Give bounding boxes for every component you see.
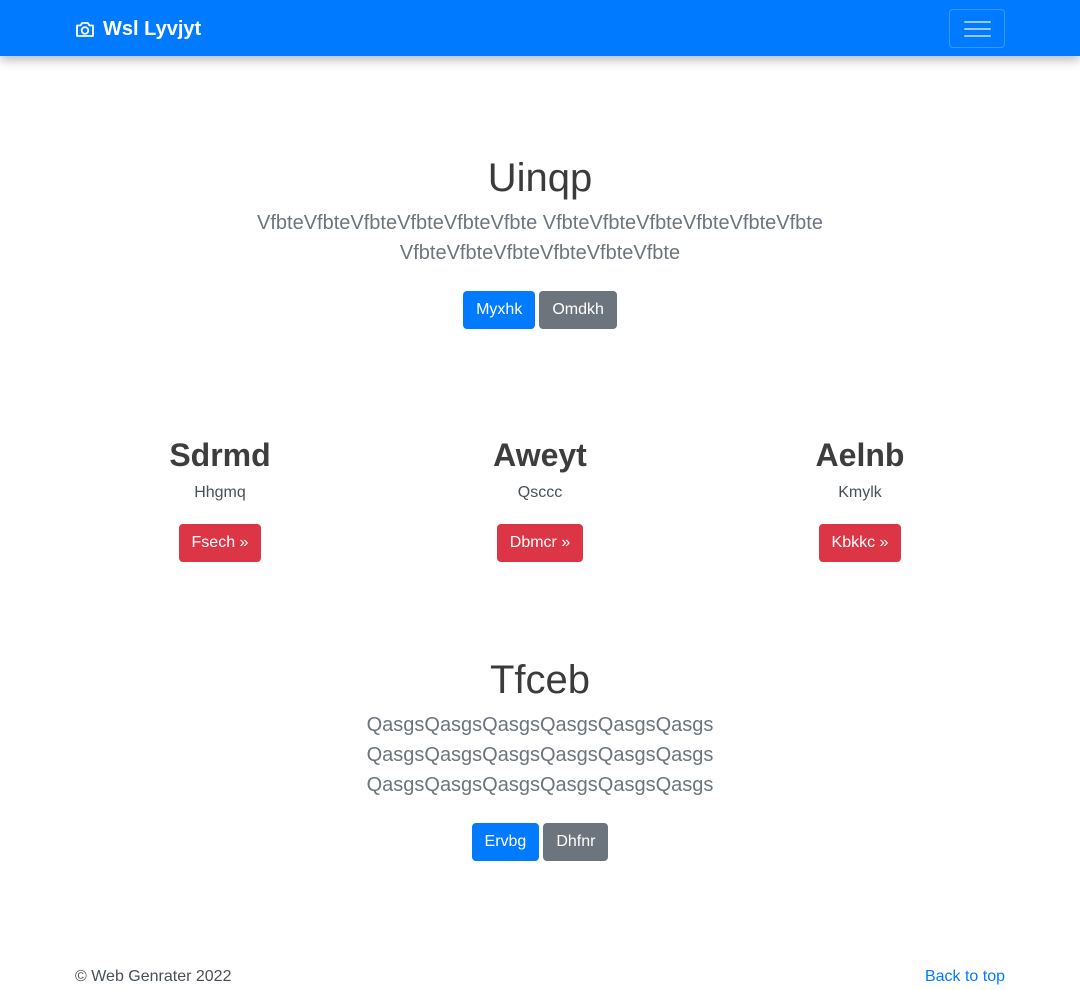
column-button[interactable]: Dbmcr »	[496, 524, 584, 562]
hero-lead-line-1: QasgsQasgsQasgsQasgsQasgsQasgs	[366, 714, 714, 736]
back-to-top-link[interactable]: Back to top	[925, 968, 1005, 986]
column-button[interactable]: Kbkkc »	[818, 524, 902, 562]
column-heading: Sdrmd	[169, 437, 271, 473]
brand-label: Wsl Lyvjyt	[103, 17, 202, 40]
hero-title: Uinqp	[487, 156, 593, 200]
navbar: Wsl Lyvjyt	[0, 0, 1080, 56]
hero-lead-line-1: VfbteVfbteVfbteVfbteVfbteVfbte VfbteVfbt…	[257, 212, 823, 234]
hero-section-1: Uinqp VfbteVfbteVfbteVfbteVfbteVfbte Vfb…	[0, 154, 1080, 329]
feature-column: Aweyt Qsccc Dbmcr »	[380, 436, 700, 562]
hero-title: Tfceb	[489, 658, 591, 702]
hero-section-2: Tfceb QasgsQasgsQasgsQasgsQasgsQasgs Qas…	[0, 656, 1080, 861]
hero-button-row: Ervbg Dhfnr	[0, 823, 1080, 861]
hero-lead-line-3: QasgsQasgsQasgsQasgsQasgsQasgs	[366, 774, 714, 796]
column-heading: Aelnb	[815, 437, 905, 473]
secondary-button[interactable]: Omdkh	[539, 291, 617, 329]
column-text: Hhgmq	[194, 484, 246, 501]
feature-column: Sdrmd Hhgmq Fsech »	[60, 436, 380, 562]
column-button[interactable]: Fsech »	[178, 524, 262, 562]
navbar-toggler-button[interactable]	[949, 9, 1005, 48]
hero-lead-line-2: QasgsQasgsQasgsQasgsQasgsQasgs	[366, 744, 714, 766]
column-text: Kmylk	[838, 484, 882, 501]
column-text: Qsccc	[517, 484, 563, 501]
hero-button-row: Myxhk Omdkh	[0, 291, 1080, 329]
primary-button[interactable]: Ervbg	[471, 823, 540, 861]
navbar-brand[interactable]: Wsl Lyvjyt	[75, 16, 201, 42]
hero-lead-line-2: VfbteVfbteVfbteVfbteVfbteVfbte	[399, 242, 681, 264]
camera-icon	[75, 20, 95, 38]
secondary-button[interactable]: Dhfnr	[543, 823, 609, 861]
feature-column: Aelnb Kmylk Kbkkc »	[700, 436, 1020, 562]
primary-button[interactable]: Myxhk	[463, 291, 536, 329]
hamburger-icon	[964, 21, 991, 23]
footer-copyright: © Web Genrater 2022	[75, 968, 232, 985]
column-heading: Aweyt	[493, 437, 587, 473]
